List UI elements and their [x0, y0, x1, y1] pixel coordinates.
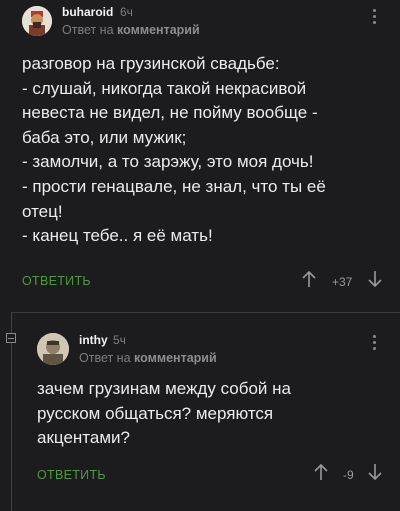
reply-button[interactable]: ОТВЕТИТЬ [22, 274, 91, 288]
reply-to-link[interactable]: комментарий [117, 23, 200, 37]
arrow-down-icon[interactable] [368, 463, 382, 481]
comment-line: - замолчи, а то зарэжу, это моя дочь! [22, 152, 314, 172]
reply-button[interactable]: ОТВЕТИТЬ [37, 468, 106, 482]
rating-score: +37 [332, 275, 353, 289]
more-vertical-icon[interactable] [373, 335, 377, 353]
avatar[interactable] [22, 6, 52, 36]
arrow-up-icon[interactable] [302, 270, 316, 288]
comment-line: акцентами? [37, 428, 130, 448]
reply-to-prefix: Ответ на [79, 351, 131, 365]
comment-line: баба это, или мужик; [22, 127, 187, 147]
reply-to-prefix: Ответ на [62, 23, 114, 37]
more-vertical-icon[interactable] [373, 9, 377, 27]
arrow-down-icon[interactable] [368, 270, 382, 288]
avatar[interactable] [37, 333, 69, 365]
comment-2: inthy 5ч Ответ на комментарий зачем груз… [0, 318, 400, 511]
comment-line: русском общаться? меряются [37, 403, 274, 423]
timestamp: 6ч [120, 5, 133, 19]
arrow-up-icon[interactable] [314, 463, 328, 481]
reply-to-text[interactable]: Ответ на комментарий [79, 351, 217, 365]
username[interactable]: buharoid [62, 5, 113, 19]
comment-line: - слушай, никогда такой некрасивой [22, 78, 307, 98]
username[interactable]: inthy [79, 333, 108, 347]
timestamp: 5ч [113, 333, 126, 347]
rating-score: -9 [343, 468, 354, 482]
comment-body: разговор на грузинской свадьбе: - слушай… [22, 52, 326, 249]
avatar-image [22, 6, 52, 36]
comment-line: разговор на грузинской свадьбе: [22, 54, 280, 73]
comment-line: - прости генацвале, не знал, что ты её [22, 176, 326, 196]
comment-1: buharoid 6ч Ответ на комментарий разгово… [0, 0, 400, 300]
comment-line: отец! [22, 201, 63, 221]
reply-to-link[interactable]: комментарий [134, 351, 217, 365]
comment-line: - канец тебе.. я её мать! [22, 226, 213, 246]
comment-body: зачем грузинам между собой на русском об… [37, 377, 291, 451]
avatar-image [37, 333, 69, 365]
reply-to-text[interactable]: Ответ на комментарий [62, 23, 200, 37]
comment-line: невеста не видел, не пойму вообще - [22, 103, 318, 123]
thread-divider [11, 312, 400, 313]
comment-line: зачем грузинам между собой на [37, 379, 291, 398]
